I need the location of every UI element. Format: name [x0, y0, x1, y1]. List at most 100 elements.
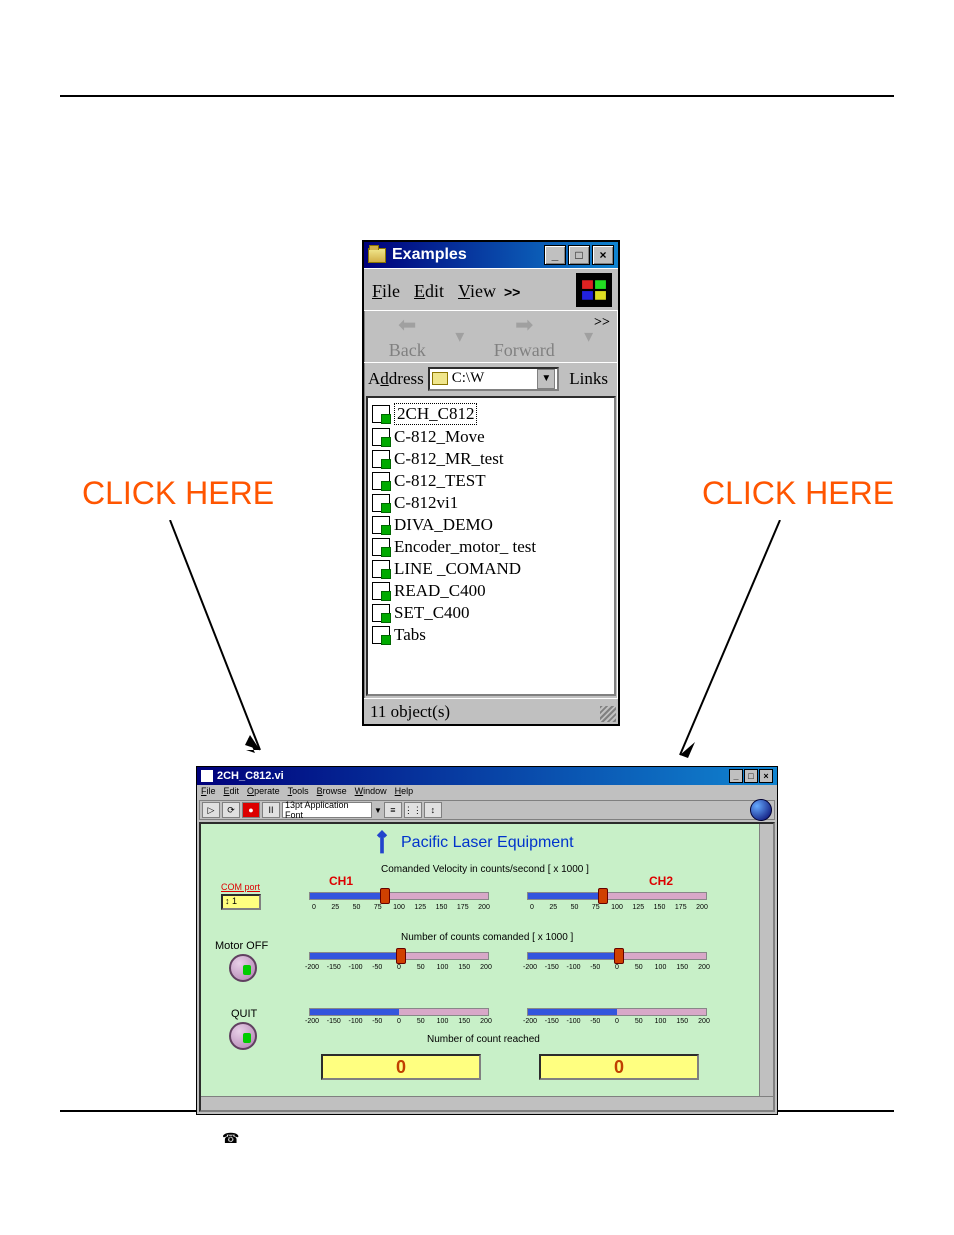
lv-menu-tools[interactable]: Tools — [288, 786, 309, 798]
explorer-addressbar: Address C:\W ▼ Links — [364, 362, 618, 394]
forward-button[interactable]: ➡ Forward — [494, 312, 555, 361]
explorer-statusbar: 11 object(s) — [364, 698, 618, 724]
arrow-right — [650, 520, 800, 780]
abort-button[interactable]: ● — [242, 802, 260, 818]
counts-cmd-section-label: Number of counts comanded [ x 1000 ] — [401, 932, 573, 943]
windows-logo-icon[interactable] — [576, 273, 612, 307]
list-item[interactable]: DIVA_DEMO — [370, 514, 612, 536]
forward-arrow-icon: ➡ — [515, 312, 533, 338]
address-input[interactable]: C:\W ▼ — [428, 367, 560, 391]
list-item[interactable]: C-812_Move — [370, 426, 612, 448]
maximize-button[interactable]: □ — [568, 245, 590, 265]
quit-button[interactable] — [229, 1022, 257, 1050]
resize-grip-icon[interactable] — [600, 706, 616, 722]
nav-more-icon[interactable]: >> — [594, 315, 610, 331]
vi-file-icon — [372, 560, 390, 578]
vi-file-icon — [372, 472, 390, 490]
address-dropdown-icon[interactable]: ▼ — [537, 369, 555, 389]
ch1-counts-slider[interactable] — [309, 952, 489, 960]
counts-reached-label: Number of count reached — [427, 1034, 540, 1045]
ch2-velocity-slider[interactable] — [527, 892, 707, 900]
menu-edit[interactable]: Edit — [414, 281, 444, 302]
explorer-window: Examples _ □ × File Edit View >> ⬅ Back … — [362, 240, 620, 726]
explorer-file-list[interactable]: 2CH_C812 C-812_Move C-812_MR_test C-812_… — [366, 396, 616, 696]
vi-file-icon — [372, 516, 390, 534]
quit-label: QUIT — [231, 1008, 257, 1020]
minimize-button[interactable]: _ — [544, 245, 566, 265]
vi-file-icon — [372, 405, 390, 423]
list-item[interactable]: Tabs — [370, 624, 612, 646]
align-button[interactable]: ≡ — [384, 802, 402, 818]
folder-small-icon — [432, 372, 448, 385]
menu-file[interactable]: File — [372, 281, 400, 302]
pause-button[interactable]: II — [262, 802, 280, 818]
run-button[interactable]: ▷ — [202, 802, 220, 818]
menu-more-icon[interactable]: >> — [504, 284, 520, 300]
close-button[interactable]: × — [592, 245, 614, 265]
ch2-indicator — [527, 1008, 707, 1016]
company-name: Pacific Laser Equipment — [401, 834, 574, 852]
list-item[interactable]: C-812_TEST — [370, 470, 612, 492]
vi-icon — [201, 770, 213, 782]
list-item[interactable]: SET_C400 — [370, 602, 612, 624]
labview-titlebar[interactable]: 2CH_C812.vi _ □ × — [197, 767, 777, 785]
back-button[interactable]: ⬅ Back — [389, 312, 426, 361]
list-item[interactable]: C-812_MR_test — [370, 448, 612, 470]
list-item[interactable]: 2CH_C812 — [370, 402, 612, 426]
vi-file-icon — [372, 428, 390, 446]
click-here-left-label: CLICK HERE — [82, 475, 274, 512]
company-logo: Pacific Laser Equipment — [371, 832, 574, 854]
lv-menu-operate[interactable]: Operate — [247, 786, 280, 798]
labview-window: 2CH_C812.vi _ □ × File Edit Operate Tool… — [196, 766, 778, 1115]
explorer-title: Examples — [392, 246, 544, 264]
explorer-titlebar[interactable]: Examples _ □ × — [364, 242, 618, 268]
lv-menu-browse[interactable]: Browse — [317, 786, 347, 798]
lv-menu-help[interactable]: Help — [395, 786, 414, 798]
font-selector[interactable]: 13pt Application Font — [282, 802, 372, 818]
motor-off-button[interactable] — [229, 954, 257, 982]
distribute-button[interactable]: ⋮⋮ — [404, 802, 422, 818]
arrow-left — [150, 520, 280, 770]
folder-icon — [368, 248, 386, 263]
ch1-indicator — [309, 1008, 489, 1016]
ch1-counts-ticks: -200-150-100-50050100150200 — [303, 964, 495, 971]
com-port-input[interactable]: ↕ 1 — [221, 894, 261, 910]
address-value: C:\W — [452, 370, 485, 387]
list-item[interactable]: READ_C400 — [370, 580, 612, 602]
vertical-scrollbar[interactable] — [759, 824, 773, 1096]
horizontal-scrollbar[interactable] — [201, 1096, 773, 1110]
phone-icon: ☎ — [222, 1130, 239, 1147]
ch2-readout: 0 — [539, 1054, 699, 1080]
back-arrow-icon: ⬅ — [398, 312, 416, 338]
reorder-button[interactable]: ↕ — [424, 802, 442, 818]
lv-minimize-button[interactable]: _ — [729, 769, 743, 783]
lv-maximize-button[interactable]: □ — [744, 769, 758, 783]
ch2-label: CH2 — [649, 874, 673, 888]
vi-file-icon — [372, 626, 390, 644]
list-item[interactable]: C-812vi1 — [370, 492, 612, 514]
list-item[interactable]: LINE _COMAND — [370, 558, 612, 580]
links-button[interactable]: Links — [563, 369, 614, 389]
vi-file-icon — [372, 538, 390, 556]
lv-close-button[interactable]: × — [759, 769, 773, 783]
ch1-label: CH1 — [329, 874, 353, 888]
address-label: Address — [368, 369, 424, 389]
menu-view[interactable]: View — [458, 281, 496, 302]
list-item[interactable]: Encoder_motor_ test — [370, 536, 612, 558]
ch1-velocity-slider[interactable] — [309, 892, 489, 900]
ch2-counts-ticks: -200-150-100-50050100150200 — [521, 964, 713, 971]
click-here-right-label: CLICK HERE — [702, 475, 894, 512]
com-port-label: COM port — [221, 882, 260, 892]
arrow-logo-icon — [366, 827, 397, 858]
lv-menu-window[interactable]: Window — [355, 786, 387, 798]
ch1-indicator-ticks: -200-150-100-50050100150200 — [303, 1018, 495, 1025]
lv-menu-edit[interactable]: Edit — [224, 786, 240, 798]
labview-front-panel: Pacific Laser Equipment Comanded Velocit… — [199, 822, 775, 1112]
motor-off-label: Motor OFF — [215, 940, 268, 952]
lv-menu-file[interactable]: File — [201, 786, 216, 798]
ch1-velocity-ticks: 0255075100125150175200 — [305, 904, 493, 911]
run-cont-button[interactable]: ⟳ — [222, 802, 240, 818]
context-help-icon[interactable] — [750, 799, 772, 821]
ch2-counts-slider[interactable] — [527, 952, 707, 960]
back-label: Back — [389, 340, 426, 361]
